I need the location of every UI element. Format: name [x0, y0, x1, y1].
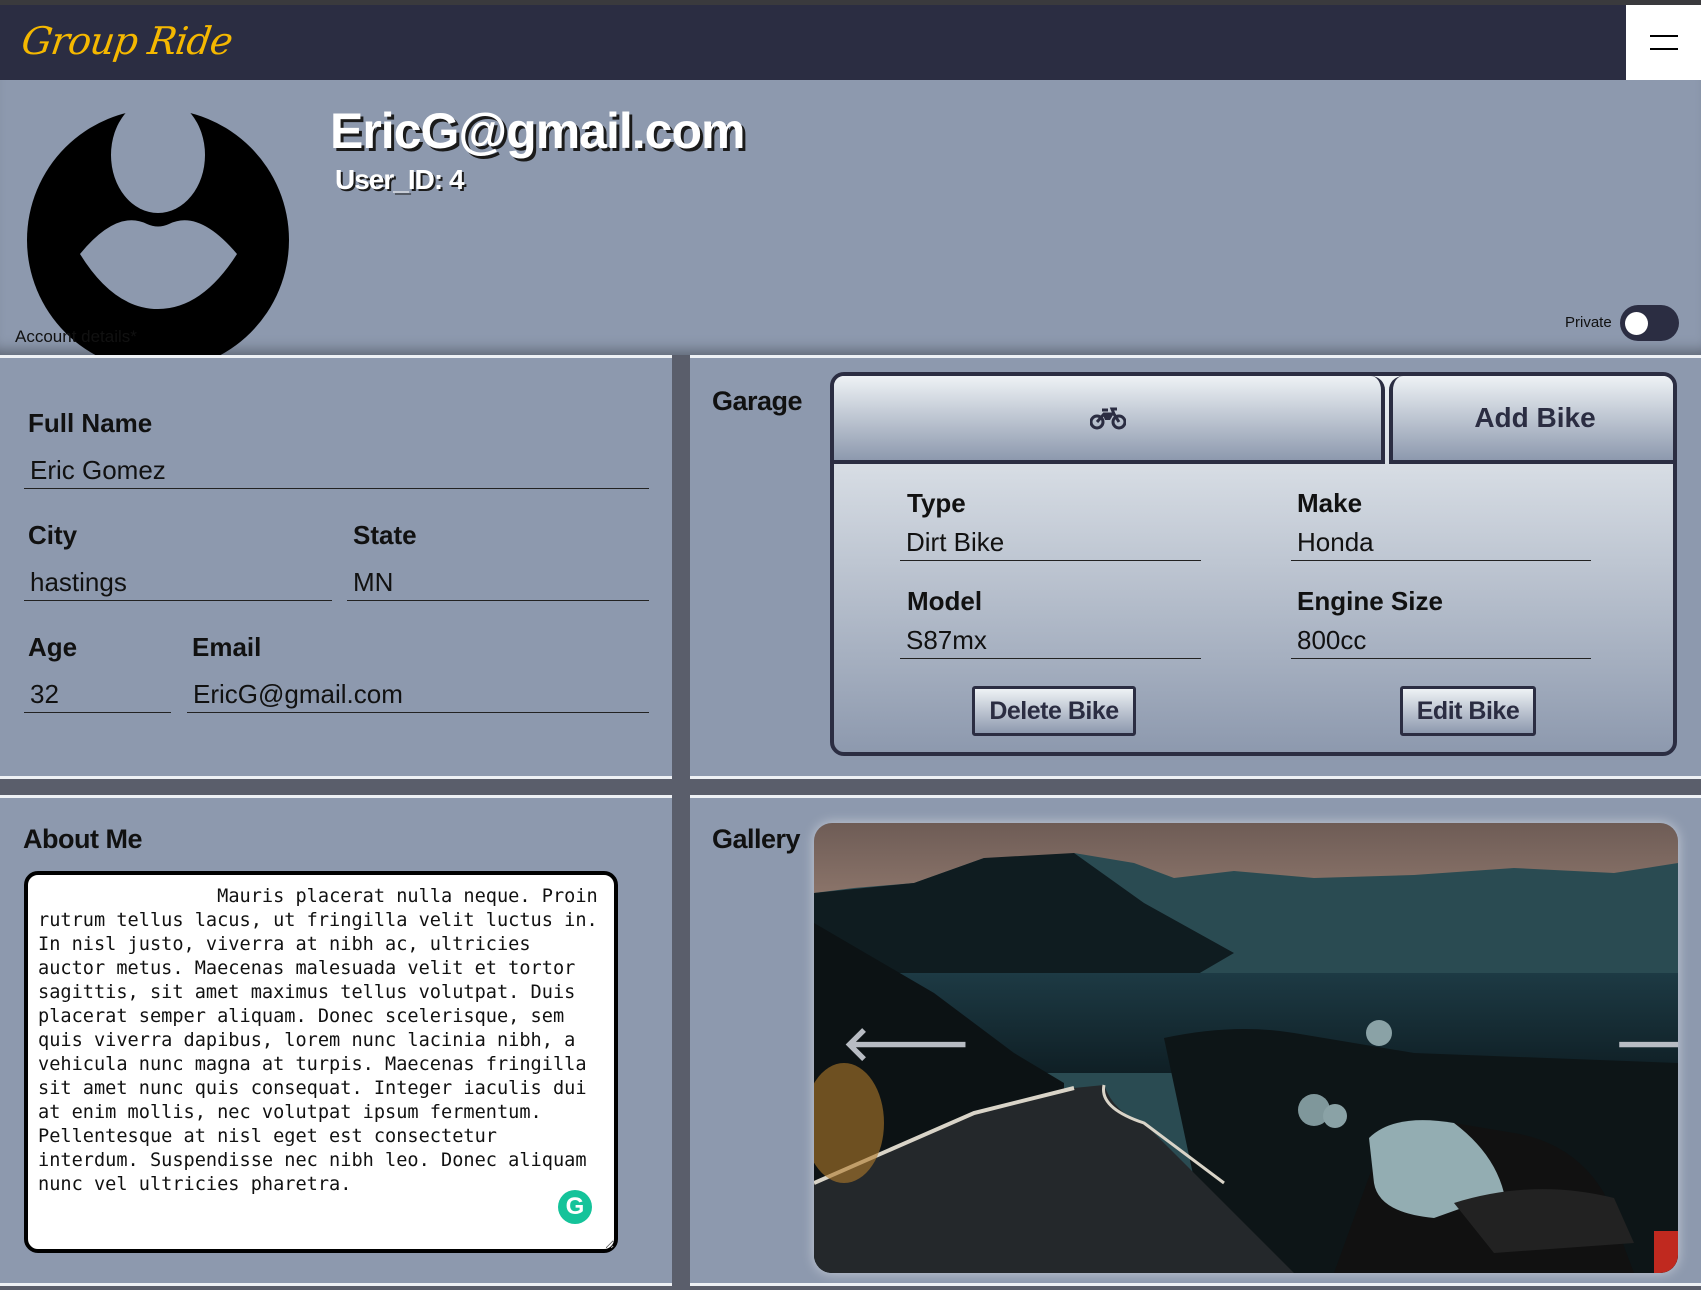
logo[interactable]: Group Ride [19, 19, 235, 63]
menu-button[interactable] [1626, 5, 1701, 80]
edit-bike-button[interactable]: Edit Bike [1400, 686, 1536, 736]
motorcycle-icon [1089, 407, 1126, 430]
city-label: City [28, 520, 78, 550]
engine-size-input[interactable] [1291, 625, 1591, 659]
profile-header: EricG@gmail.com User_ID: 4 Account detai… [0, 80, 1701, 371]
make-input[interactable] [1291, 527, 1591, 561]
grammarly-icon[interactable]: G [558, 1190, 592, 1224]
account-details-label: Account details* [15, 327, 137, 346]
state-input[interactable] [347, 567, 649, 601]
about-panel: About Me Mauris placerat nulla neque. Pr… [0, 795, 672, 1286]
full-name-label: Full Name [28, 408, 153, 438]
city-input[interactable] [24, 567, 332, 601]
private-toggle[interactable] [1620, 305, 1679, 341]
navbar: Group Ride [0, 5, 1701, 80]
email-input[interactable] [187, 679, 649, 713]
hamburger-icon-line [1650, 48, 1678, 50]
tab-bike[interactable] [834, 376, 1385, 464]
add-bike-tab[interactable]: Add Bike [1389, 376, 1673, 464]
make-label: Make [1297, 488, 1363, 518]
garage-panel: Garage Add Bike Type Make Model Engine S… [690, 355, 1701, 779]
toggle-knob [1625, 312, 1648, 335]
divider [690, 1283, 1701, 1286]
private-label: Private [1565, 314, 1612, 331]
state-label: State [353, 520, 417, 550]
model-input[interactable] [900, 625, 1201, 659]
account-panel: Full Name City State Age Email [0, 355, 672, 779]
gallery-panel: Gallery 🡐 🡒 [690, 795, 1701, 1286]
full-name-input[interactable] [24, 455, 649, 489]
gallery-title: Gallery [712, 824, 801, 854]
about-me-textarea[interactable]: Mauris placerat nulla neque. Proin rutru… [24, 871, 618, 1253]
email-label: Email [192, 632, 262, 662]
hamburger-icon [1650, 35, 1678, 37]
delete-bike-button[interactable]: Delete Bike [972, 686, 1136, 736]
type-input[interactable] [900, 527, 1201, 561]
type-label: Type [907, 488, 966, 518]
gallery-prev-arrow-icon[interactable]: 🡐 [842, 1013, 971, 1072]
gallery-next-arrow-icon[interactable]: 🡒 [1614, 1013, 1678, 1072]
about-title: About Me [23, 824, 142, 854]
profile-email-title: EricG@gmail.com [330, 103, 745, 159]
age-label: Age [28, 632, 78, 662]
user-id: User_ID: 4 [335, 164, 465, 195]
gallery-image: 🡐 🡒 [814, 823, 1678, 1273]
model-label: Model [907, 586, 983, 616]
garage-title: Garage [712, 386, 803, 416]
age-input[interactable] [24, 679, 171, 713]
divider [690, 776, 1701, 779]
garage-card: Add Bike Type Make Model Engine Size Del… [830, 372, 1677, 756]
divider [0, 1283, 672, 1286]
divider [0, 776, 672, 779]
engine-size-label: Engine Size [1297, 586, 1443, 616]
